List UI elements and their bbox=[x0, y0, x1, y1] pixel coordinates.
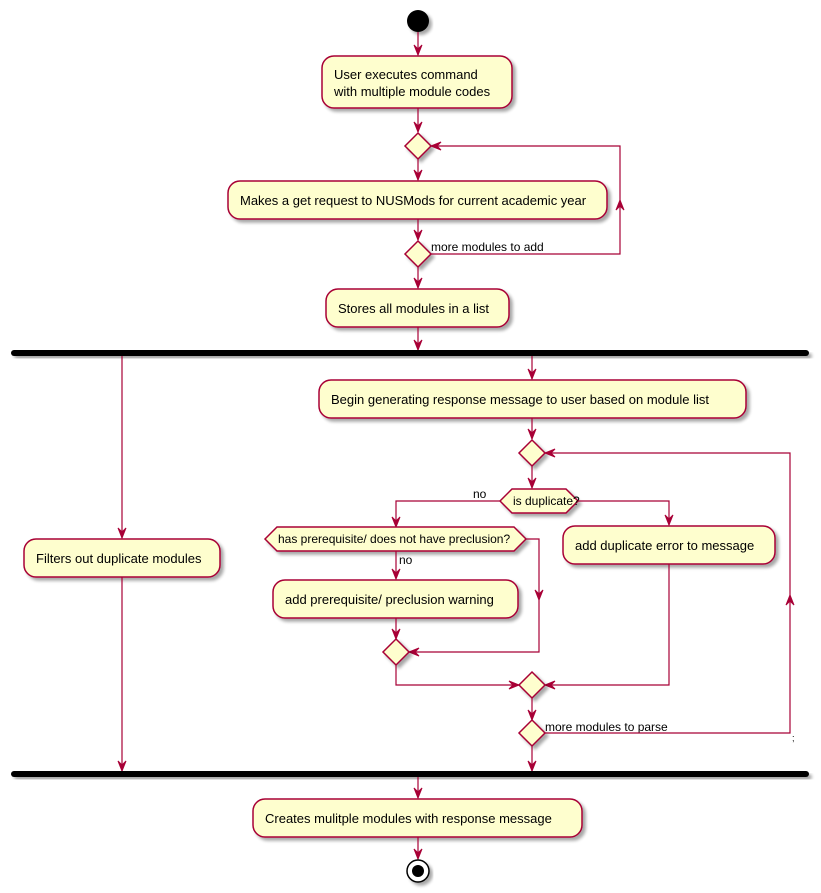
activity-add-prereq-warning: add prerequisite/ preclusion warning bbox=[272, 579, 519, 619]
start-node bbox=[407, 10, 429, 32]
edge-is-duplicate-yes bbox=[578, 500, 670, 525]
stop-node bbox=[406, 859, 430, 883]
stray-mark: ; bbox=[792, 733, 795, 743]
activity-diagram: User executes command with multiple modu… bbox=[11, 10, 809, 883]
activity-begin-generating: Begin generating response message to use… bbox=[318, 379, 747, 419]
activity-stores-modules-label: Stores all modules in a list bbox=[338, 301, 489, 316]
activity-get-request: Makes a get request to NUSMods for curre… bbox=[227, 180, 608, 220]
activity-add-prereq-warning-label: add prerequisite/ preclusion warning bbox=[285, 592, 494, 607]
loop-end-diamond-parse bbox=[517, 718, 547, 748]
edge-duplicate-error-to-outer-merge bbox=[545, 564, 670, 686]
activity-user-executes-line2: with multiple module codes bbox=[333, 84, 491, 99]
decision-has-prerequisite-label: has prerequisite/ does not have preclusi… bbox=[278, 532, 510, 546]
edge-loop-back-parse bbox=[545, 452, 791, 734]
activity-stores-modules: Stores all modules in a list bbox=[325, 288, 510, 328]
loop-end-diamond-add bbox=[403, 239, 433, 269]
edge-prereq-merge-to-outer-merge bbox=[395, 665, 519, 686]
activity-user-executes-line1: User executes command bbox=[334, 67, 478, 82]
decision-is-duplicate-label: is duplicate? bbox=[513, 494, 580, 508]
edge-label-more-modules-to-parse: more modules to parse bbox=[545, 720, 668, 734]
edge-is-duplicate-no bbox=[395, 500, 500, 527]
activity-add-duplicate-error-label: add duplicate error to message bbox=[575, 538, 754, 553]
fork-bar bbox=[11, 350, 809, 356]
edge-label-is-duplicate-no: no bbox=[473, 487, 487, 501]
decision-is-duplicate: is duplicate? bbox=[498, 488, 580, 514]
edge-label-has-prereq-no: no bbox=[399, 553, 413, 567]
activity-user-executes: User executes command with multiple modu… bbox=[321, 55, 513, 109]
loop-merge-diamond-parse bbox=[517, 438, 547, 468]
edge-label-more-modules-to-add: more modules to add bbox=[431, 240, 544, 254]
activity-filters-duplicates-label: Filters out duplicate modules bbox=[36, 551, 202, 566]
loop-merge-diamond-add bbox=[403, 131, 433, 161]
activity-creates-modules-label: Creates mulitple modules with response m… bbox=[265, 811, 552, 826]
merge-diamond-duplicate bbox=[517, 670, 547, 700]
merge-diamond-prereq bbox=[381, 637, 411, 667]
decision-has-prerequisite: has prerequisite/ does not have preclusi… bbox=[263, 526, 528, 552]
join-bar bbox=[11, 771, 809, 777]
activity-get-request-label: Makes a get request to NUSMods for curre… bbox=[240, 193, 587, 208]
activity-add-duplicate-error: add duplicate error to message bbox=[562, 525, 776, 565]
activity-filters-duplicates: Filters out duplicate modules bbox=[23, 538, 221, 578]
activity-creates-modules: Creates mulitple modules with response m… bbox=[252, 798, 583, 838]
activity-begin-generating-label: Begin generating response message to use… bbox=[331, 392, 709, 407]
